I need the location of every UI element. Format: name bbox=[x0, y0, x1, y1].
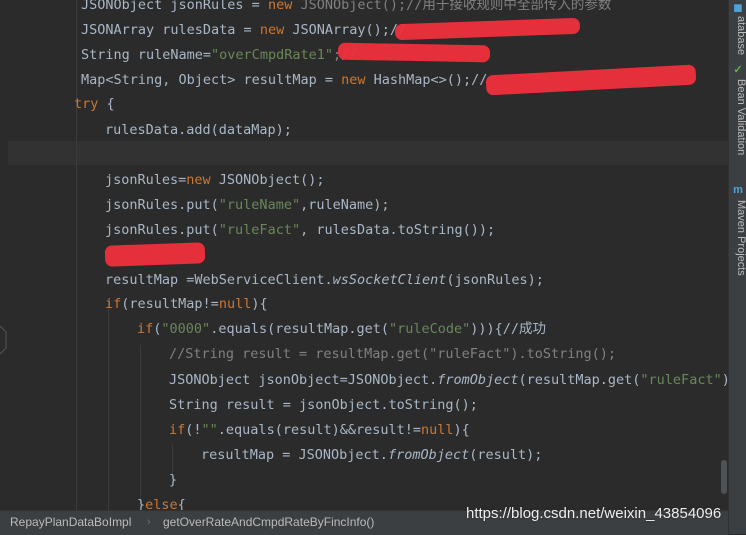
current-line-highlight bbox=[8, 141, 728, 165]
code-line[interactable]: if(!"".equals(result)&&result!=null){ bbox=[169, 418, 470, 442]
code-token: if bbox=[137, 321, 154, 337]
code-token: resultMap = JSONObject. bbox=[201, 447, 388, 463]
redaction-mark bbox=[104, 242, 206, 267]
code-token: wsSocketClient bbox=[332, 272, 447, 288]
code-token: (resultMap!= bbox=[121, 296, 219, 312]
redaction-mark bbox=[394, 17, 581, 41]
code-line[interactable]: resultMap =WebServiceClient.wsSocketClie… bbox=[105, 268, 544, 292]
code-token: new bbox=[341, 72, 366, 88]
code-token: resultMap =WebServiceClient. bbox=[105, 272, 333, 288]
indent-guide bbox=[76, 0, 77, 510]
code-token: jsonRules.put( bbox=[105, 197, 219, 213]
code-token: (result); bbox=[469, 447, 543, 463]
tab-bean-validation[interactable]: Bean Validation bbox=[731, 79, 746, 155]
code-token: "ruleFact" bbox=[640, 372, 722, 388]
code-token: (resultMap.get( bbox=[518, 372, 641, 388]
code-token: new bbox=[186, 172, 211, 188]
code-token: fromObject bbox=[387, 447, 470, 463]
maven-icon[interactable]: m bbox=[732, 184, 744, 196]
code-token: , rulesData.toString()); bbox=[300, 222, 496, 238]
right-tool-window-bar: ◼ atabase ✓ Bean Validation m Maven Proj… bbox=[728, 0, 746, 534]
code-token: new bbox=[267, 0, 293, 13]
code-token: jsonRules.put( bbox=[105, 222, 219, 238]
code-token: else bbox=[145, 497, 178, 510]
code-line[interactable]: }else{ bbox=[137, 493, 186, 510]
code-line[interactable]: jsonRules=new JSONObject(); bbox=[105, 168, 324, 192]
code-token: ))){//成功 bbox=[470, 321, 547, 337]
code-line[interactable]: JSONObject jsonRules = new JSONObject();… bbox=[81, 0, 611, 17]
code-token: .equals(resultMap.get( bbox=[210, 321, 389, 337]
code-token: null bbox=[218, 296, 252, 312]
breadcrumb-method[interactable]: getOverRateAndCmpdRateByFincInfo() bbox=[163, 511, 374, 534]
code-token: JSONArray();// bbox=[284, 22, 407, 38]
code-token: jsonRules= bbox=[105, 172, 187, 188]
code-token: (! bbox=[185, 422, 202, 438]
code-token: { bbox=[177, 497, 186, 510]
indent-guide bbox=[140, 345, 141, 510]
code-token: ,ruleName); bbox=[300, 197, 390, 213]
tab-database[interactable]: atabase bbox=[731, 16, 746, 55]
code-token: ){ bbox=[251, 296, 268, 312]
code-token: rulesData.add(dataMap); bbox=[105, 122, 292, 138]
code-token: fromObject bbox=[437, 372, 519, 388]
code-token: String ruleName= bbox=[81, 47, 212, 63]
code-token: "0000" bbox=[161, 321, 211, 337]
code-line[interactable]: Map<String, Object> resultMap = new Hash… bbox=[81, 68, 487, 92]
bean-validation-icon[interactable]: ✓ bbox=[732, 64, 744, 76]
code-line[interactable]: String ruleName="overCmpdRate1";// bbox=[81, 43, 357, 67]
code-line[interactable]: try { bbox=[74, 92, 115, 116]
code-token: { bbox=[98, 96, 115, 112]
code-token: //String result = resultMap.get("ruleFac… bbox=[169, 346, 617, 362]
code-token: ){ bbox=[453, 422, 470, 438]
code-token: JSONObject jsonRules = bbox=[81, 0, 268, 13]
code-line[interactable]: rulesData.add(dataMap); bbox=[105, 118, 292, 142]
code-token: if bbox=[169, 422, 186, 438]
redaction-mark bbox=[337, 42, 491, 63]
code-token: "ruleName" bbox=[218, 197, 301, 213]
indent-guide bbox=[108, 300, 109, 510]
code-line[interactable]: String result = jsonObject.toString(); bbox=[169, 393, 478, 417]
code-line[interactable]: } bbox=[169, 468, 177, 492]
fold-marker-icon[interactable] bbox=[0, 322, 8, 358]
code-line[interactable]: jsonRules.put("ruleFact", rulesData.toSt… bbox=[105, 218, 495, 242]
watermark: https://blog.csdn.net/weixin_43854096 bbox=[466, 505, 722, 522]
code-editor[interactable]: JSONObject jsonRules = new JSONObject();… bbox=[0, 0, 728, 510]
code-line[interactable]: resultMap = JSONObject.fromObject(result… bbox=[201, 443, 542, 467]
code-token: JSONObject(); bbox=[210, 172, 325, 188]
code-token: "ruleCode" bbox=[389, 321, 471, 337]
database-icon[interactable]: ◼ bbox=[732, 2, 744, 14]
code-token: null bbox=[421, 422, 454, 438]
vertical-scrollbar-thumb[interactable] bbox=[721, 460, 727, 494]
chevron-right-icon: › bbox=[147, 516, 151, 528]
code-token: Map<String, Object> resultMap = bbox=[81, 72, 342, 88]
code-token: "" bbox=[201, 422, 218, 438]
code-line[interactable]: if(resultMap!=null){ bbox=[105, 292, 268, 316]
code-line[interactable]: JSONArray rulesData = new JSONArray();// bbox=[81, 18, 406, 42]
tab-maven-projects[interactable]: Maven Projects bbox=[731, 200, 746, 276]
code-token: JSONObject();//用于接收规则中全部传入的参数 bbox=[292, 0, 612, 13]
code-token: try bbox=[74, 96, 99, 112]
redaction-mark bbox=[485, 64, 697, 96]
code-line[interactable]: if("0000".equals(resultMap.get("ruleCode… bbox=[137, 317, 546, 341]
code-line[interactable]: JSONObject jsonObject=JSONObject.fromObj… bbox=[169, 368, 728, 392]
code-token: (jsonRules); bbox=[446, 272, 544, 288]
code-line[interactable]: //String result = resultMap.get("ruleFac… bbox=[169, 342, 616, 366]
code-token: if bbox=[105, 296, 122, 312]
code-token: String result = jsonObject.toString(); bbox=[169, 397, 478, 413]
code-token: new bbox=[259, 22, 285, 38]
code-line[interactable]: jsonRules.put("ruleName",ruleName); bbox=[105, 193, 389, 217]
code-token: } bbox=[169, 472, 178, 488]
code-token: .equals(result)&&result!= bbox=[217, 422, 421, 438]
code-token: } bbox=[137, 497, 146, 510]
code-token: JSONObject jsonObject=JSONObject. bbox=[169, 372, 438, 388]
code-token: JSONArray rulesData = bbox=[81, 22, 260, 38]
code-token: "overCmpdRate1" bbox=[211, 47, 333, 63]
code-token: HashMap<>();// bbox=[365, 72, 488, 88]
code-token: "ruleFact" bbox=[218, 222, 301, 238]
breadcrumb-class[interactable]: RepayPlanDataBoImpl bbox=[10, 511, 131, 534]
